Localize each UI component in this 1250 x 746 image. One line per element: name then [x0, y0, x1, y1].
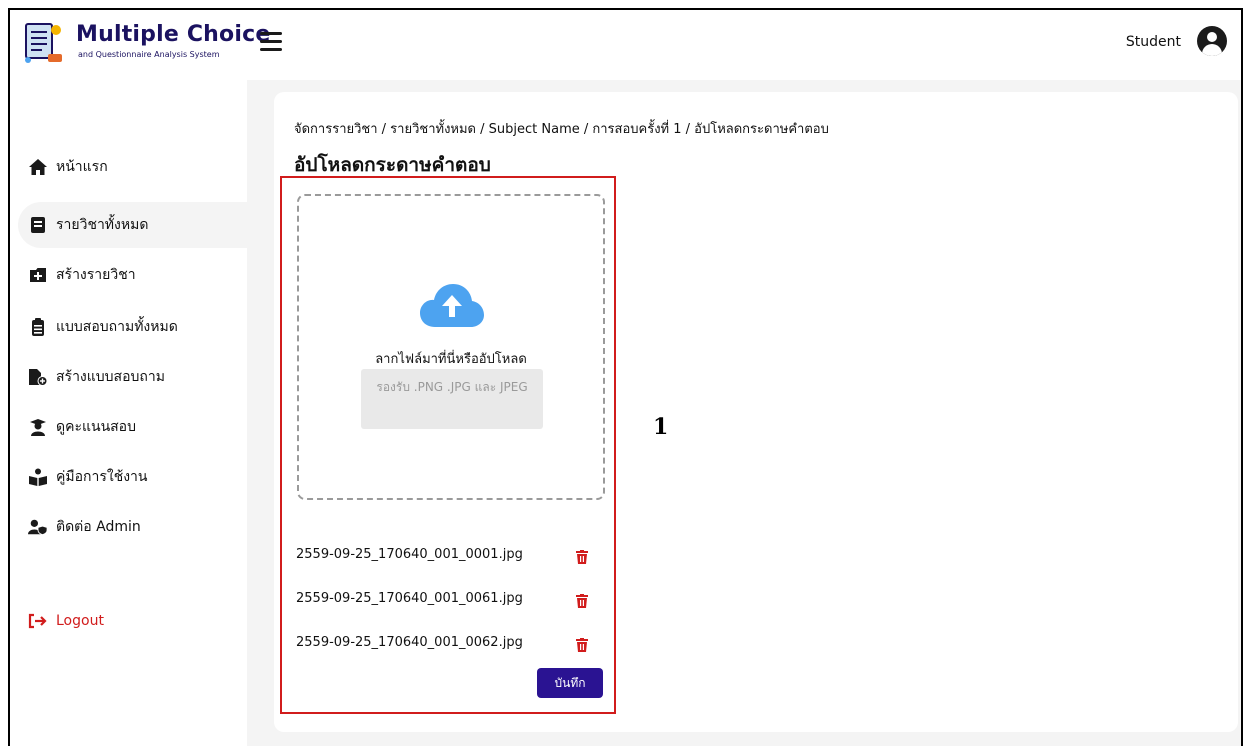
app-logo-icon: [25, 23, 62, 63]
sidebar-item-label: คู่มือการใช้งาน: [56, 469, 148, 485]
logout-icon: [28, 611, 48, 631]
user-role-label: Student: [1125, 34, 1181, 50]
delete-file-icon[interactable]: [576, 594, 588, 608]
plus-square-icon: [28, 265, 48, 285]
app-subtitle: and Questionnaire Analysis System: [78, 50, 220, 59]
sidebar-item-label: แบบสอบถามทั้งหมด: [56, 319, 178, 335]
file-name: 2559-09-25_170640_001_0062.jpg: [296, 634, 523, 650]
cloud-upload-icon: [420, 284, 484, 327]
app-title: Multiple Choice: [76, 22, 271, 47]
uploaded-file-item: 2559-09-25_170640_001_0001.jpg: [296, 542, 606, 566]
delete-file-icon[interactable]: [576, 550, 588, 564]
reading-user-icon: [28, 467, 48, 487]
book-icon: [28, 215, 48, 235]
hamburger-icon: [260, 32, 282, 35]
sidebar-item-all-questionnaires[interactable]: แบบสอบถามทั้งหมด: [18, 304, 247, 350]
sidebar-item-contact-admin[interactable]: ติดต่อ Admin: [18, 504, 247, 550]
clipboard-list-icon: [28, 317, 48, 337]
sidebar: หน้าแรก รายวิชาทั้งหมด สร้างรายวิชา แบบส…: [10, 80, 247, 746]
file-dropzone[interactable]: ลากไฟล์มาที่นี่หรืออัปโหลด รองรับ .PNG .…: [297, 194, 605, 500]
sidebar-item-label: หน้าแรก: [56, 159, 108, 175]
graduate-icon: [28, 417, 48, 437]
sidebar-item-label: ติดต่อ Admin: [56, 519, 141, 535]
logout-label: Logout: [56, 613, 104, 629]
sidebar-item-label: รายวิชาทั้งหมด: [56, 217, 149, 233]
sidebar-item-all-subjects[interactable]: รายวิชาทั้งหมด: [18, 202, 247, 248]
home-icon: [28, 157, 48, 177]
file-plus-icon: [28, 367, 48, 387]
sidebar-item-label: สร้างรายวิชา: [56, 267, 136, 283]
delete-file-icon[interactable]: [576, 638, 588, 652]
user-avatar-icon[interactable]: [1197, 26, 1227, 56]
menu-toggle-button[interactable]: [260, 32, 282, 52]
upload-panel: ลากไฟล์มาที่นี่หรืออัปโหลด รองรับ .PNG .…: [280, 176, 616, 714]
sidebar-item-user-guide[interactable]: คู่มือการใช้งาน: [18, 454, 247, 500]
dropzone-text: ลากไฟล์มาที่นี่หรืออัปโหลด: [375, 352, 527, 367]
logout-button[interactable]: Logout: [18, 598, 247, 644]
uploaded-file-item: 2559-09-25_170640_001_0062.jpg: [296, 630, 606, 654]
annotation-number: 1: [653, 414, 669, 440]
sidebar-item-view-scores[interactable]: ดูคะแนนสอบ: [18, 404, 247, 450]
sidebar-item-label: ดูคะแนนสอบ: [56, 419, 136, 435]
sidebar-item-create-subject[interactable]: สร้างรายวิชา: [18, 252, 247, 298]
file-name: 2559-09-25_170640_001_0061.jpg: [296, 590, 523, 606]
uploaded-file-item: 2559-09-25_170640_001_0061.jpg: [296, 586, 606, 610]
sidebar-item-create-questionnaire[interactable]: สร้างแบบสอบถาม: [18, 354, 247, 400]
sidebar-item-label: สร้างแบบสอบถาม: [56, 369, 165, 385]
breadcrumb: จัดการรายวิชา / รายวิชาทั้งหมด / Subject…: [294, 122, 829, 137]
file-name: 2559-09-25_170640_001_0001.jpg: [296, 546, 523, 562]
save-button[interactable]: บันทึก: [537, 668, 603, 698]
sidebar-item-home[interactable]: หน้าแรก: [18, 144, 247, 190]
app-window: Multiple Choice and Questionnaire Analys…: [8, 8, 1243, 746]
user-shield-icon: [28, 517, 48, 537]
dropzone-hint: รองรับ .PNG .JPG และ JPEG: [361, 369, 543, 429]
top-bar: Multiple Choice and Questionnaire Analys…: [10, 10, 1241, 80]
